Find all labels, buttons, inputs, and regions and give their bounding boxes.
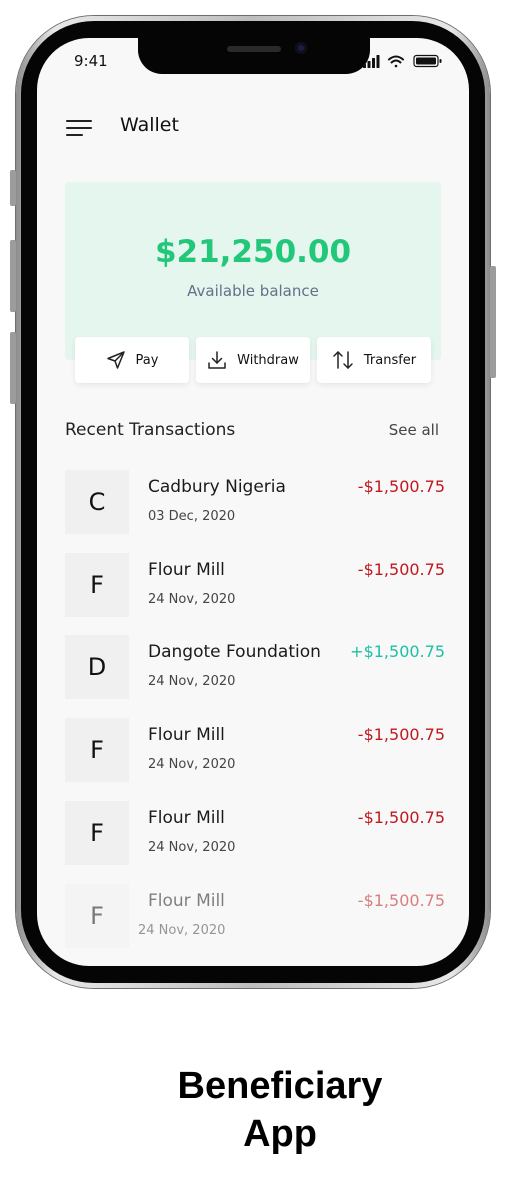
transaction-amount: -$1,500.75 [357,477,445,496]
transaction-avatar: F [65,801,129,865]
transaction-row[interactable]: F Flour Mill 24 Nov, 2020 -$1,500.75 [65,553,445,617]
pay-button-label: Pay [135,352,159,368]
download-icon [208,351,226,369]
transaction-amount: +$1,500.75 [350,642,445,661]
transaction-date: 24 Nov, 2020 [148,757,236,772]
caption-line-1: Beneficiary [177,1065,383,1107]
transaction-row[interactable]: D Dangote Foundation 24 Nov, 2020 +$1,50… [65,635,445,699]
transaction-date: 24 Nov, 2020 [148,592,236,607]
balance-card: $21,250.00 Available balance [65,182,441,360]
hamburger-line [66,134,83,136]
power-button [490,266,496,378]
transaction-row[interactable]: F Flour Mill 24 Nov, 2020 -$1,500.75 [65,801,445,865]
transaction-amount: -$1,500.75 [357,725,445,744]
transaction-avatar: C [65,470,129,534]
transaction-name: Dangote Foundation [148,642,321,662]
transaction-name: Flour Mill [148,808,225,828]
withdraw-button[interactable]: Withdraw [196,337,310,383]
balance-amount: $21,250.00 [154,234,352,270]
transfer-button[interactable]: Transfer [317,337,431,383]
transaction-avatar: F [65,553,129,617]
see-all-link[interactable]: See all [389,421,439,439]
silent-switch [10,170,16,206]
hamburger-line [66,127,92,129]
transfer-button-label: Transfer [363,352,417,368]
battery-icon [413,54,442,68]
volume-up-button [10,240,16,312]
transaction-date: 24 Nov, 2020 [148,674,236,689]
status-time: 9:41 [74,52,108,70]
recent-transactions-title: Recent Transactions [65,420,236,440]
transaction-avatar: D [65,635,129,699]
wifi-icon [388,55,404,68]
speaker-grille [227,46,281,52]
transfer-arrows-icon [333,351,353,369]
transaction-amount: -$1,500.75 [357,560,445,579]
transaction-amount: -$1,500.75 [357,808,445,827]
page-title: Wallet [120,114,179,136]
transaction-date: 24 Nov, 2020 [138,923,226,938]
transaction-row[interactable]: F Flour Mill 24 Nov, 2020 -$1,500.75 [65,718,445,782]
send-icon [106,351,125,369]
transaction-row[interactable]: C Cadbury Nigeria 03 Dec, 2020 -$1,500.7… [65,470,445,534]
transaction-date: 03 Dec, 2020 [148,509,236,524]
transaction-date: 24 Nov, 2020 [148,840,236,855]
balance-label: Available balance [187,282,319,300]
notch [138,38,370,74]
app-screen: 9:41 Wallet $21,250.00 Available balance [37,38,469,966]
transaction-name: Flour Mill [148,725,225,745]
withdraw-button-label: Withdraw [237,352,299,368]
hamburger-line [66,120,92,122]
transaction-avatar: F [65,884,129,948]
caption: Beneficiary App [0,1062,506,1158]
volume-down-button [10,332,16,404]
transaction-row[interactable]: F Flour Mill 24 Nov, 2020 -$1,500.75 [65,884,445,948]
transaction-avatar: F [65,718,129,782]
transaction-name: Flour Mill [148,560,225,580]
transaction-name: Flour Mill [148,891,225,911]
status-icons [363,54,442,68]
hamburger-icon[interactable] [66,120,92,136]
transaction-name: Cadbury Nigeria [148,477,286,497]
signal-icon [363,55,380,68]
caption-line-2: App [243,1113,317,1155]
front-camera [295,42,307,54]
transaction-amount: -$1,500.75 [357,891,445,910]
pay-button[interactable]: Pay [75,337,189,383]
